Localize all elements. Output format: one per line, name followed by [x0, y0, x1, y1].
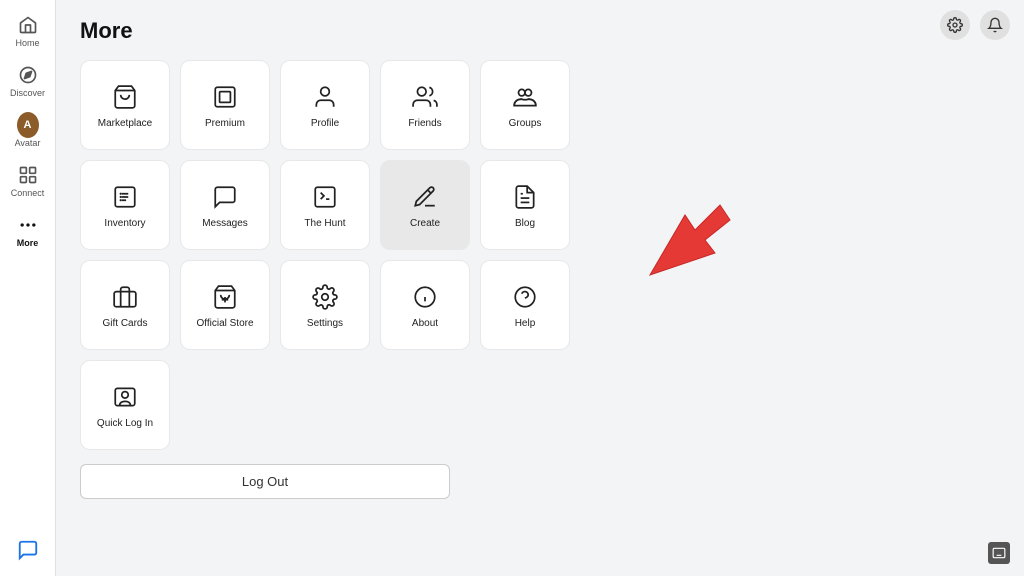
friends-icon	[410, 82, 440, 112]
about-label: About	[412, 318, 438, 329]
sidebar-item-discover[interactable]: Discover	[4, 58, 52, 104]
grid-item-messages[interactable]: Messages	[180, 160, 270, 250]
thehunt-label: The Hunt	[304, 218, 345, 229]
grid-item-inventory[interactable]: Inventory	[80, 160, 170, 250]
page-title: More	[80, 18, 1000, 44]
groups-label: Groups	[509, 118, 542, 129]
officialstore-label: Official Store	[196, 318, 253, 329]
create-icon	[410, 182, 440, 212]
chat-button[interactable]	[14, 536, 42, 564]
quicklogin-icon	[110, 382, 140, 412]
help-label: Help	[515, 318, 536, 329]
logout-button[interactable]: Log Out	[80, 464, 450, 499]
blog-label: Blog	[515, 218, 535, 229]
blog-icon	[510, 182, 540, 212]
grid-item-quicklogin[interactable]: Quick Log In	[80, 360, 170, 450]
premium-label: Premium	[205, 118, 245, 129]
friends-label: Friends	[408, 118, 441, 129]
giftcard-icon	[110, 282, 140, 312]
top-right-toolbar	[940, 10, 1010, 40]
grid-item-help[interactable]: Help	[480, 260, 570, 350]
grid-item-about[interactable]: About	[380, 260, 470, 350]
sidebar-item-discover-label: Discover	[10, 88, 45, 98]
premium-icon	[210, 82, 240, 112]
sidebar-item-avatar-label: Avatar	[15, 138, 41, 148]
grid-item-officialstore[interactable]: Official Store	[180, 260, 270, 350]
inventory-label: Inventory	[104, 218, 145, 229]
grid-item-profile[interactable]: Profile	[280, 60, 370, 150]
keyboard-shortcut-button[interactable]	[988, 542, 1010, 564]
messages-icon	[210, 182, 240, 212]
sidebar-item-connect[interactable]: Connect	[4, 158, 52, 204]
marketplace-label: Marketplace	[98, 118, 152, 129]
groups-icon	[510, 82, 540, 112]
profile-icon	[310, 82, 340, 112]
discover-icon	[17, 64, 39, 86]
connect-icon	[17, 164, 39, 186]
sidebar-item-avatar[interactable]: A Avatar	[4, 108, 52, 154]
sidebar-item-more-label: More	[17, 238, 39, 248]
hunt-icon	[310, 182, 340, 212]
menu-grid: Marketplace Premium Profile Friends	[80, 60, 1000, 450]
grid-item-friends[interactable]: Friends	[380, 60, 470, 150]
create-label: Create	[410, 218, 440, 229]
messages-label: Messages	[202, 218, 248, 229]
giftcards-label: Gift Cards	[102, 318, 147, 329]
bag-icon	[110, 82, 140, 112]
grid-item-marketplace[interactable]: Marketplace	[80, 60, 170, 150]
grid-item-giftcards[interactable]: Gift Cards	[80, 260, 170, 350]
home-icon	[17, 14, 39, 36]
main-content: More Marketplace Premium Profile	[56, 0, 1024, 576]
help-icon	[510, 282, 540, 312]
settings-label: Settings	[307, 318, 343, 329]
settings-button[interactable]	[940, 10, 970, 40]
avatar-icon: A	[17, 114, 39, 136]
about-icon	[410, 282, 440, 312]
more-icon	[17, 214, 39, 236]
sidebar-item-more[interactable]: More	[4, 208, 52, 254]
sidebar-item-home[interactable]: Home	[4, 8, 52, 54]
grid-item-create[interactable]: Create	[380, 160, 470, 250]
logout-row: Log Out	[80, 464, 1000, 499]
sidebar-item-connect-label: Connect	[11, 188, 45, 198]
grid-item-groups[interactable]: Groups	[480, 60, 570, 150]
sidebar-item-home-label: Home	[15, 38, 39, 48]
grid-item-premium[interactable]: Premium	[180, 60, 270, 150]
grid-item-blog[interactable]: Blog	[480, 160, 570, 250]
profile-label: Profile	[311, 118, 339, 129]
grid-item-settings[interactable]: Settings	[280, 260, 370, 350]
settings-icon	[310, 282, 340, 312]
quicklogin-label: Quick Log In	[97, 418, 153, 429]
sidebar: Home Discover A Avatar Connect	[0, 0, 56, 576]
store-icon	[210, 282, 240, 312]
grid-item-thehunt[interactable]: The Hunt	[280, 160, 370, 250]
bell-button[interactable]	[980, 10, 1010, 40]
inventory-icon	[110, 182, 140, 212]
